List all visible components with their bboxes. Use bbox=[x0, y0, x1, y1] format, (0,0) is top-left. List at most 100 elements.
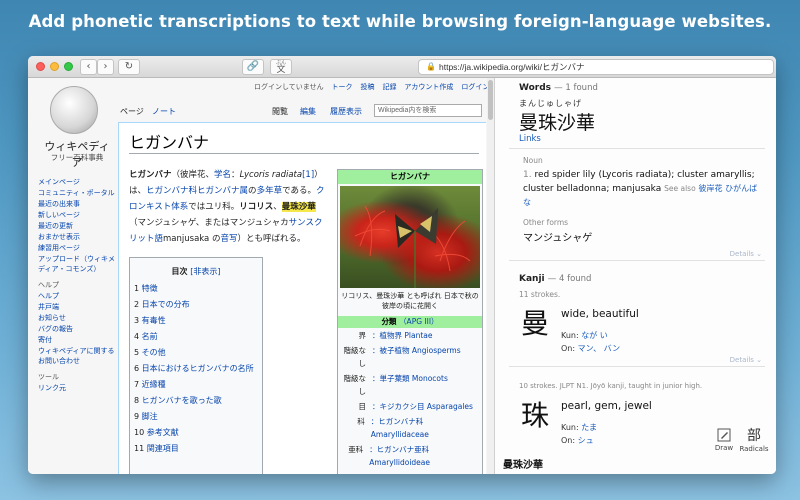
toc-item[interactable]: 10 参考文献 bbox=[130, 425, 262, 441]
minimize-window-button[interactable] bbox=[50, 62, 59, 71]
taxonomy-rank: 目 bbox=[358, 402, 367, 411]
toc-item[interactable]: 5 その他 bbox=[130, 345, 262, 361]
donate-link[interactable]: 寄付 bbox=[38, 336, 118, 346]
toc-item-number: 5 bbox=[134, 348, 142, 357]
toc-item[interactable]: 3 有毒性 bbox=[130, 313, 262, 329]
intro-segment[interactable]: 音写 bbox=[220, 234, 237, 244]
reload-button[interactable]: ↻ bbox=[118, 59, 140, 75]
taxonomy-value[interactable]: ：ヒガンバナ亜科 Amaryllidoideae bbox=[369, 443, 478, 469]
toc-item[interactable]: 8 ヒガンバナを歌った歌 bbox=[130, 393, 262, 409]
create-account-link[interactable]: アカウント作成 bbox=[404, 84, 453, 91]
higanbana-photo[interactable] bbox=[340, 186, 480, 288]
intro-segment[interactable]: ヒガンバナ科 bbox=[146, 186, 197, 196]
input-word[interactable]: 曼珠沙華 bbox=[503, 456, 543, 471]
toc-item[interactable]: 9 脚注 bbox=[130, 409, 262, 425]
toc-item-label[interactable]: ヒガンバナを歌った歌 bbox=[142, 396, 222, 405]
taxonomy-value[interactable]: ：植物界 Plantae bbox=[372, 329, 433, 342]
toc-item-label[interactable]: 有毒性 bbox=[142, 316, 166, 325]
tab-view[interactable]: 閲覧 bbox=[272, 106, 288, 117]
tab-note[interactable]: ノート bbox=[152, 106, 176, 117]
link-extension-icon[interactable]: 🔗 bbox=[242, 59, 264, 75]
draw-tool[interactable]: Draw bbox=[711, 428, 737, 452]
nav-current-events[interactable]: 最近の出来事 bbox=[38, 200, 118, 210]
kanji-2-on-reading[interactable]: シュ bbox=[578, 436, 594, 445]
what-links-here-link[interactable]: リンク元 bbox=[38, 384, 118, 394]
toc-item[interactable]: 6 日本におけるヒガンバナの名所 bbox=[130, 361, 262, 377]
wiki-search-input[interactable]: Wikipedia内を検索 bbox=[374, 104, 482, 117]
contact-link[interactable]: ウィキペディアに関するお問い合わせ bbox=[38, 347, 118, 367]
toc-item[interactable]: 7 近縁種 bbox=[130, 377, 262, 393]
toc-item-label[interactable]: 近縁種 bbox=[142, 380, 166, 389]
zoom-window-button[interactable] bbox=[64, 62, 73, 71]
village-pump-link[interactable]: 井戸端 bbox=[38, 303, 118, 313]
kanji-1-on-reading[interactable]: マン、 バン bbox=[578, 344, 620, 353]
intro-segment: （彼岸花、 bbox=[171, 170, 215, 180]
nav-community-portal[interactable]: コミュニティ・ポータル bbox=[38, 189, 118, 199]
toc-item[interactable]: 11 関連項目 bbox=[130, 441, 262, 457]
wikipedia-globe-logo[interactable] bbox=[50, 86, 98, 134]
toc-item-label[interactable]: 脚注 bbox=[142, 412, 158, 421]
intro-segment[interactable]: 学名 bbox=[214, 170, 231, 180]
radicals-tool[interactable]: 部 Radicals bbox=[739, 425, 769, 453]
page-scroll-thumb[interactable] bbox=[488, 80, 493, 120]
nav-sandbox[interactable]: 練習用ページ bbox=[38, 244, 118, 254]
kanji-2-glyph[interactable]: 珠 bbox=[521, 394, 549, 434]
toc-item-label[interactable]: 参考文献 bbox=[147, 428, 179, 437]
intro-segment[interactable]: 多年草 bbox=[257, 186, 283, 196]
word-details-toggle[interactable]: Details ⌄ bbox=[730, 250, 762, 258]
taxonomy-value[interactable]: ：被子植物 Angiosperms bbox=[372, 344, 461, 370]
apg-link[interactable]: （APG III） bbox=[399, 317, 439, 326]
intro-segment[interactable]: ヒガンバナ属 bbox=[197, 186, 248, 196]
taxonomy-value[interactable]: ：キジカクシ目 Asparagales bbox=[372, 400, 473, 413]
contributions-link[interactable]: 投稿 bbox=[361, 84, 375, 91]
intro-segment[interactable]: [1] bbox=[302, 170, 314, 180]
kanji-1-kun-reading[interactable]: なが い bbox=[581, 331, 608, 340]
login-link[interactable]: ログイン bbox=[461, 84, 489, 91]
back-button[interactable]: ‹ bbox=[80, 59, 97, 75]
article-content: ヒガンバナ ヒガンバナ（彼岸花、学名：Lycoris radiata[1]）は、… bbox=[118, 122, 486, 474]
toc-item-label[interactable]: 日本での分布 bbox=[142, 300, 190, 309]
toc-item[interactable]: 1 特徴 bbox=[130, 281, 262, 297]
taxonomy-value[interactable]: ：単子葉類 Monocots bbox=[372, 372, 448, 398]
intro-segment: リコリス bbox=[239, 202, 274, 212]
toc-item-number: 10 bbox=[134, 428, 147, 437]
toc-item-label[interactable]: 特徴 bbox=[142, 284, 158, 293]
bug-report-link[interactable]: バグの報告 bbox=[38, 325, 118, 335]
forward-button[interactable]: › bbox=[97, 59, 114, 75]
toc-hide-toggle[interactable]: [非表示] bbox=[190, 267, 220, 276]
kanji-1-glyph[interactable]: 曼 bbox=[521, 302, 549, 342]
nav-random[interactable]: おまかせ表示 bbox=[38, 233, 118, 243]
toc-item[interactable]: 2 日本での分布 bbox=[130, 297, 262, 313]
toc-item-label[interactable]: その他 bbox=[142, 348, 166, 357]
nav-new-pages[interactable]: 新しいページ bbox=[38, 211, 118, 221]
kanji-heading: Kanji — 4 found bbox=[519, 274, 591, 284]
intro-segment: ）とも呼ばれる。 bbox=[237, 234, 306, 244]
toc-item-label[interactable]: 関連項目 bbox=[147, 444, 179, 453]
toc-item[interactable]: 4 名前 bbox=[130, 329, 262, 345]
help-link[interactable]: ヘルプ bbox=[38, 292, 118, 302]
intro-segment[interactable]: 曼珠沙華 bbox=[281, 202, 316, 212]
nav-main-page[interactable]: メインページ bbox=[38, 178, 118, 188]
nav-upload[interactable]: アップロード（ウィキメディア・コモンズ） bbox=[38, 255, 118, 275]
see-also-label: See also bbox=[664, 184, 696, 193]
toc-item-label[interactable]: 名前 bbox=[142, 332, 158, 341]
notices-link[interactable]: お知らせ bbox=[38, 314, 118, 324]
headword[interactable]: 曼珠沙華 bbox=[519, 108, 595, 135]
links-button[interactable]: Links bbox=[519, 134, 541, 144]
tab-page[interactable]: ページ bbox=[120, 106, 144, 117]
nav-recent-changes[interactable]: 最近の更新 bbox=[38, 222, 118, 232]
tab-edit[interactable]: 編集 bbox=[300, 106, 316, 117]
tab-history[interactable]: 履歴表示 bbox=[330, 106, 362, 117]
close-window-button[interactable] bbox=[36, 62, 45, 71]
kanji-1-on: On: マン、 バン bbox=[561, 343, 620, 354]
talk-link[interactable]: トーク bbox=[332, 84, 353, 91]
toc-item-label[interactable]: 日本におけるヒガンバナの名所 bbox=[142, 364, 254, 373]
intro-segment: の bbox=[248, 186, 257, 196]
taxonomy-value[interactable]: ：ヒガンバナ科 Amaryllidaceae bbox=[371, 415, 478, 441]
kanji-1-details-toggle[interactable]: Details ⌄ bbox=[730, 356, 762, 364]
dictionary-extension-icon[interactable]: ぶん 文 bbox=[270, 59, 292, 75]
address-bar[interactable]: 🔒 https://ja.wikipedia.org/wiki/ヒガンバナ bbox=[418, 59, 774, 75]
kanji-2-kun-reading[interactable]: たま bbox=[581, 423, 597, 432]
log-link[interactable]: 記録 bbox=[382, 84, 396, 91]
page-scrollbar[interactable] bbox=[487, 78, 494, 474]
